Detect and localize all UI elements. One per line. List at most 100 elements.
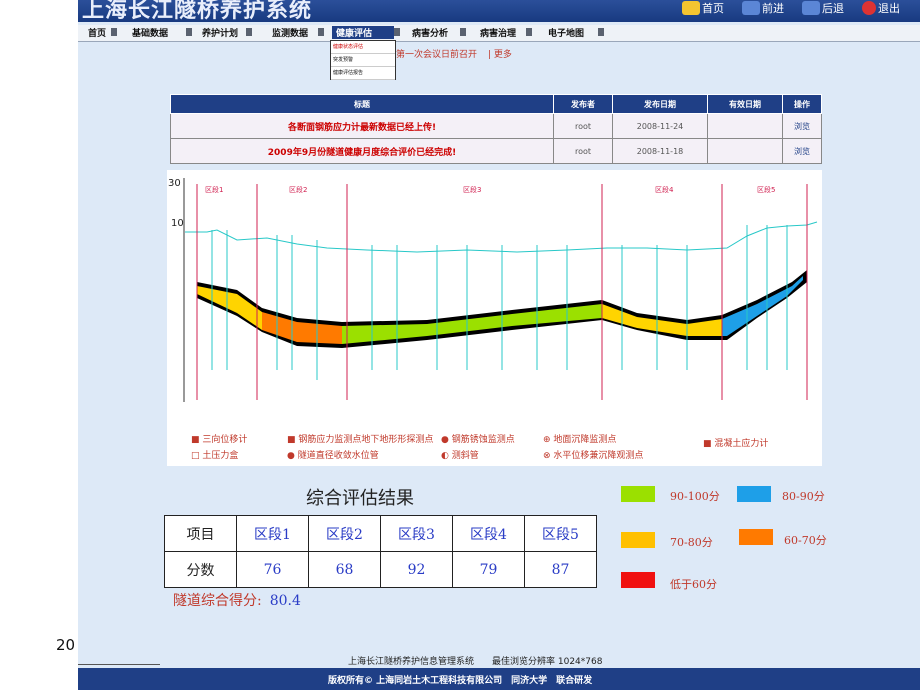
section-label: 区段5 [757, 185, 775, 194]
app-header: 上海长江隧桥养护系统 首页 前进 后退 退出 [78, 0, 920, 22]
announcement-table: 标题 发布者 发布日期 有效日期 操作 各断面钢筋应力计最新数据已经上传! ro… [170, 94, 822, 164]
results-score: 92 [380, 551, 453, 588]
browse-link[interactable]: 浏览 [782, 113, 822, 139]
results-title: 综合评估结果 [306, 488, 414, 509]
main-nav: 首页 基础数据 养护计划 监测数据 健康评估 病害分析 病害治理 电子地图 [78, 25, 920, 42]
legend-swatch-70-80 [621, 532, 655, 548]
nav-separator [394, 28, 400, 36]
dropdown-item-report[interactable]: 健康评估报告 [331, 67, 395, 80]
dropdown-item-warning[interactable]: 突发预警 [331, 54, 395, 67]
legend-label-60-70: 60-70分 [784, 534, 827, 547]
nav-disease-treatment[interactable]: 病害治理 [476, 26, 520, 39]
tunnel-monitoring-diagram: 30 10 区段1 区段2 区段3 区段4 区段5 ■ 三向位移计 ■ 钢筋应力… [167, 170, 822, 466]
nav-basic-data[interactable]: 基础数据 [128, 26, 172, 39]
legend-concrete-stress: ■ 混凝土应力计 [703, 439, 769, 449]
forward-button-label: 前进 [762, 2, 784, 15]
app-window: 上海长江隧桥养护系统 首页 前进 后退 退出 首页 基础数据 养护计划 监测数据… [78, 0, 920, 690]
results-section: 区段1 [236, 515, 309, 552]
results-score: 68 [308, 551, 381, 588]
legend-label-90-100: 90-100分 [670, 490, 720, 503]
table-row: 各断面钢筋应力计最新数据已经上传! root 2008-11-24 浏览 [170, 113, 822, 139]
results-score: 76 [236, 551, 309, 588]
results-row-header: 项目 [164, 515, 237, 552]
legend-horizontal-displacement: ⊗ 水平位移兼沉降观测点 [543, 451, 644, 461]
notice-more-label: 更多 [493, 50, 512, 60]
slide-page-number: 20 [56, 636, 76, 654]
home-icon [682, 1, 700, 15]
tunnel-profile-svg: 30 10 区段1 区段2 区段3 区段4 区段5 [168, 178, 818, 402]
page-footer: 上海长江隧桥养护信息管理系统 最佳浏览分辨率 1024*768 版权所有© 上海… [78, 650, 920, 690]
nav-health-assessment[interactable]: 健康评估 [332, 26, 394, 39]
col-publisher: 发布者 [553, 94, 613, 114]
col-action: 操作 [782, 94, 822, 114]
total-score-value: 80.4 [269, 593, 301, 609]
legend-earth-pressure: □ 土压力盒 [191, 451, 239, 461]
browse-link[interactable]: 浏览 [782, 138, 822, 164]
notice-text[interactable]: 第一次会议日前召开 [396, 47, 477, 60]
y-label-30: 30 [168, 178, 181, 189]
results-table: 项目 区段1 区段2 区段3 区段4 区段5 分数 76 68 92 79 87 [164, 515, 597, 588]
exit-icon [862, 1, 876, 15]
section-label: 区段2 [289, 185, 307, 194]
notice-more-link[interactable]: | 更多 [488, 47, 512, 60]
y-label-10: 10 [171, 218, 184, 229]
exit-button[interactable]: 退出 [862, 0, 900, 16]
legend-label-80-90: 80-90分 [782, 490, 825, 503]
footer-copyright: 版权所有© 上海同岩土木工程科技有限公司 同济大学 联合研发 [328, 676, 593, 686]
legend-inclinometer: ◐ 测斜管 [441, 451, 479, 461]
col-valid: 有效日期 [707, 94, 783, 114]
announcement-title[interactable]: 各断面钢筋应力计最新数据已经上传! [170, 113, 554, 139]
legend-label-70-80: 70-80分 [670, 536, 713, 549]
app-title: 上海长江隧桥养护系统 [82, 0, 313, 22]
results-section: 区段5 [524, 515, 597, 552]
legend-label-below-60: 低于60分 [670, 578, 717, 591]
dropdown-item-health-status[interactable]: 健康状态评估 [331, 41, 395, 54]
monitoring-lines [211, 225, 788, 380]
back-button-label: 后退 [822, 2, 844, 15]
legend-swatch-60-70 [739, 529, 773, 545]
announcement-title[interactable]: 2009年9月份隧道健康月度综合评价已经完成! [170, 138, 554, 164]
announcement-publisher: root [553, 113, 613, 139]
back-icon [802, 1, 820, 15]
home-button-label: 首页 [702, 2, 724, 15]
forward-icon [742, 1, 760, 15]
footer-system-info: 上海长江隧桥养护信息管理系统 最佳浏览分辨率 1024*768 [348, 657, 603, 667]
table-header-row: 标题 发布者 发布日期 有效日期 操作 [170, 94, 822, 114]
announcement-publisher: root [553, 138, 613, 164]
nav-separator [111, 28, 117, 36]
nav-electronic-map[interactable]: 电子地图 [544, 26, 588, 39]
nav-separator [186, 28, 192, 36]
nav-separator [460, 28, 466, 36]
legend-swatch-below-60 [621, 572, 655, 588]
segment-orange [262, 312, 342, 344]
legend-convergence: ● 隧道直径收敛水位管 [287, 451, 379, 461]
nav-separator [526, 28, 532, 36]
legend-swatch-90-100 [621, 486, 655, 502]
back-button[interactable]: 后退 [802, 0, 844, 16]
results-score: 87 [524, 551, 597, 588]
results-section: 区段3 [380, 515, 453, 552]
section-label: 区段1 [205, 185, 223, 194]
nav-separator [598, 28, 604, 36]
col-date: 发布日期 [612, 94, 708, 114]
legend-swatch-80-90 [737, 486, 771, 502]
nav-home[interactable]: 首页 [84, 26, 110, 39]
nav-maintenance-plan[interactable]: 养护计划 [198, 26, 242, 39]
announcement-date: 2008-11-18 [612, 138, 708, 164]
col-title: 标题 [170, 94, 554, 114]
results-section: 区段4 [452, 515, 525, 552]
forward-button[interactable]: 前进 [742, 0, 784, 16]
results-section: 区段2 [308, 515, 381, 552]
section-label: 区段4 [655, 185, 674, 194]
results-header-row: 项目 区段1 区段2 区段3 区段4 区段5 [164, 515, 597, 552]
announcement-date: 2008-11-24 [612, 113, 708, 139]
nav-disease-analysis[interactable]: 病害分析 [408, 26, 452, 39]
legend-rebar-corrosion: ● 钢筋锈蚀监测点 [441, 435, 515, 445]
nav-separator [318, 28, 324, 36]
exit-button-label: 退出 [878, 2, 900, 15]
nav-separator [246, 28, 252, 36]
home-button[interactable]: 首页 [682, 0, 724, 16]
section-label: 区段3 [463, 185, 481, 194]
results-score-row: 分数 76 68 92 79 87 [164, 551, 597, 588]
nav-monitoring-data[interactable]: 监测数据 [268, 26, 312, 39]
